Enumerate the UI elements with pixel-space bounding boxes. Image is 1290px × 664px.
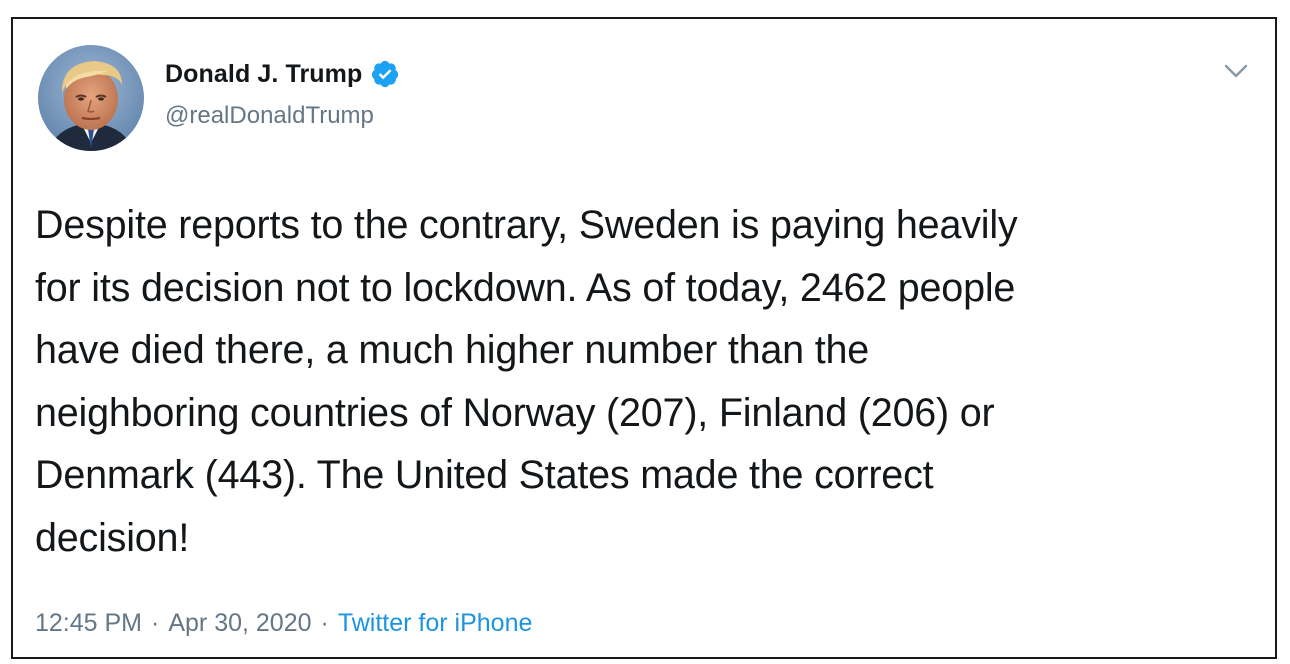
chevron-down-icon[interactable] <box>1219 57 1253 85</box>
handle[interactable]: @realDonaldTrump <box>165 102 374 130</box>
meta-separator: · <box>320 609 329 637</box>
display-name[interactable]: Donald J. Trump <box>165 60 362 89</box>
source-link[interactable]: Twitter for iPhone <box>338 609 533 638</box>
tweet-meta: 12:45 PM · Apr 30, 2020 · Twitter for iP… <box>35 609 532 638</box>
avatar-image <box>38 45 144 151</box>
tweet-card: Donald J. Trump @realDonaldTrump Despite… <box>11 17 1277 659</box>
tweet-time[interactable]: 12:45 PM <box>35 609 142 638</box>
author-row: Donald J. Trump <box>165 59 400 89</box>
verified-badge-icon <box>370 59 400 89</box>
tweet-text: Despite reports to the contrary, Sweden … <box>35 203 1018 560</box>
avatar[interactable] <box>38 45 144 151</box>
meta-separator: · <box>151 609 160 637</box>
tweet-date[interactable]: Apr 30, 2020 <box>168 609 311 638</box>
